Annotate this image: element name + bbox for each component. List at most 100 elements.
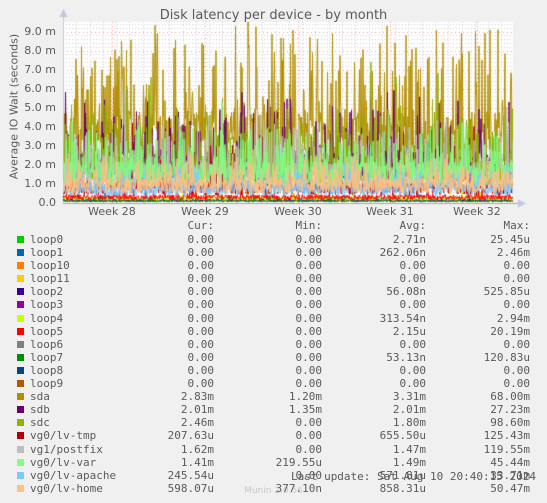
legend-series-name: loop5 [30,324,64,338]
legend: Cur: Min: Avg: Max: loop0 0.00 0.00 2.71n 25… [0,219,547,495]
legend-cur-value: 0.00 [187,337,215,351]
legend-series-name: vg0/lv-tmp [30,429,97,443]
legend-min-value: 0.00 [295,272,323,286]
legend-max-value: 98.60m [490,416,530,430]
legend-max-value: 0.00 [503,272,531,286]
legend-avg-value: 3.31m [392,390,426,404]
legend-max-value: 20.19m [490,324,530,338]
legend-series-name: loop9 [30,377,64,391]
legend-color-swatch [17,458,24,466]
legend-max-value: 120.83u [483,350,530,364]
y-tick-label: 5.0 m [24,100,56,114]
legend-min-value: 0.00 [295,416,323,430]
legend-row: loop9 0.00 0.00 0.00 0.00 [0,377,547,390]
legend-avg-value: 0.00 [399,337,427,351]
legend-cur-value: 1.41m [180,455,214,469]
legend-row: loop7 0.00 0.00 53.13n 120.83u [0,351,547,364]
legend-cur-value: 0.00 [187,363,215,377]
legend-avg-value: 655.50u [379,429,426,443]
legend-avg-value: 2.15u [392,324,426,338]
legend-row: loop4 0.00 0.00 313.54n 2.94m [0,312,547,325]
legend-row: vg0/lv-tmp 207.63u 0.00 655.50u 125.43m [0,429,547,442]
legend-max-value: 0.00 [503,377,531,391]
legend-min-value: 0.00 [295,285,323,299]
x-tick-label: Week 28 [88,205,136,218]
legend-color-swatch [17,353,24,361]
legend-avg-value: 262.06n [379,246,426,260]
legend-avg-value: 56.08n [386,285,426,299]
legend-header-min: Min: [295,219,323,232]
y-tick-label: 1.0 m [24,176,56,190]
legend-color-swatch [17,445,24,453]
legend-row: vg0/lv-var 1.41m 219.55u 1.49m 45.44m [0,456,547,469]
legend-series-name: sdc [30,416,50,430]
legend-row: loop11 0.00 0.00 0.00 0.00 [0,272,547,285]
legend-avg-value: 0.00 [399,298,427,312]
legend-cur-value: 207.63u [167,429,214,443]
legend-min-value: 0.00 [295,337,323,351]
legend-cur-value: 0.00 [187,324,215,338]
legend-min-value: 219.55u [275,455,322,469]
legend-min-value: 0.00 [295,429,323,443]
legend-series-name: sdb [30,403,50,417]
legend-row: vg1/postfix 1.62m 0.00 1.47m 119.55m [0,443,547,456]
legend-avg-value: 1.80m [392,416,426,430]
legend-color-swatch [17,249,24,257]
legend-color-swatch [17,366,24,374]
legend-cur-value: 0.00 [187,285,215,299]
legend-row: sdb 2.01m 1.35m 2.01m 27.23m [0,403,547,416]
legend-min-value: 1.35m [288,403,322,417]
legend-color-swatch [17,432,24,440]
y-tick-label: 4.0 m [24,119,56,133]
legend-row: loop8 0.00 0.00 0.00 0.00 [0,364,547,377]
legend-series-name: loop3 [30,298,64,312]
y-tick-label: 2.0 m [24,157,56,171]
legend-avg-value: 858.31u [379,481,426,495]
legend-header-avg: Avg: [399,219,427,232]
y-tick-label: 9.0 m [24,24,56,38]
legend-min-value: 0.00 [295,363,323,377]
legend-cur-value: 0.00 [187,246,215,260]
legend-color-swatch [17,393,24,401]
x-tick-label: Week 30 [274,205,322,218]
legend-min-value: 377.10n [275,481,322,495]
legend-max-value: 50.47m [490,481,530,495]
legend-avg-value: 1.49m [392,455,426,469]
x-tick-label: Week 32 [453,205,501,218]
legend-color-swatch [17,484,24,492]
legend-row: vg0/lv-home 598.07u 377.10n 858.31u 50.47m [0,482,547,495]
legend-avg-value: 0.00 [399,259,427,273]
legend-series-name: loop4 [30,311,64,325]
legend-series-name: loop6 [30,337,64,351]
legend-series-name: loop8 [30,363,64,377]
legend-series-name: loop11 [30,272,70,286]
legend-row: loop1 0.00 0.00 262.06n 2.46m [0,246,547,259]
legend-max-value: 25.45u [490,233,530,246]
legend-series-name: vg0/lv-home [30,481,103,495]
last-update-text: Last update: Sat Aug 10 20:40:15 2024 [290,470,536,483]
legend-min-value: 0.00 [295,298,323,312]
legend-series-name: loop1 [30,246,64,260]
legend-cur-value: 2.83m [180,390,214,404]
legend-max-value: 0.00 [503,298,531,312]
legend-series-name: vg0/lv-var [30,455,97,469]
legend-avg-value: 2.01m [392,403,426,417]
legend-color-swatch [17,301,24,309]
legend-row: loop5 0.00 0.00 2.15u 20.19m [0,325,547,338]
legend-avg-value: 0.00 [399,377,427,391]
legend-header-row: Cur: Min: Avg: Max: [0,219,547,233]
x-tick-label: Week 31 [366,205,414,218]
legend-cur-value: 598.07u [167,481,214,495]
y-tick-label: 8.0 m [24,43,56,57]
y-tick-label: 3.0 m [24,138,56,152]
legend-min-value: 0.00 [295,233,323,246]
legend-header-cur: Cur: [187,219,215,232]
legend-color-swatch [17,275,24,283]
legend-color-swatch [17,314,24,322]
legend-row: loop10 0.00 0.00 0.00 0.00 [0,259,547,272]
legend-min-value: 0.00 [295,259,323,273]
legend-cur-value: 0.00 [187,259,215,273]
legend-max-value: 2.46m [496,246,530,260]
y-tick-label: 7.0 m [24,62,56,76]
legend-avg-value: 2.71n [392,233,426,246]
